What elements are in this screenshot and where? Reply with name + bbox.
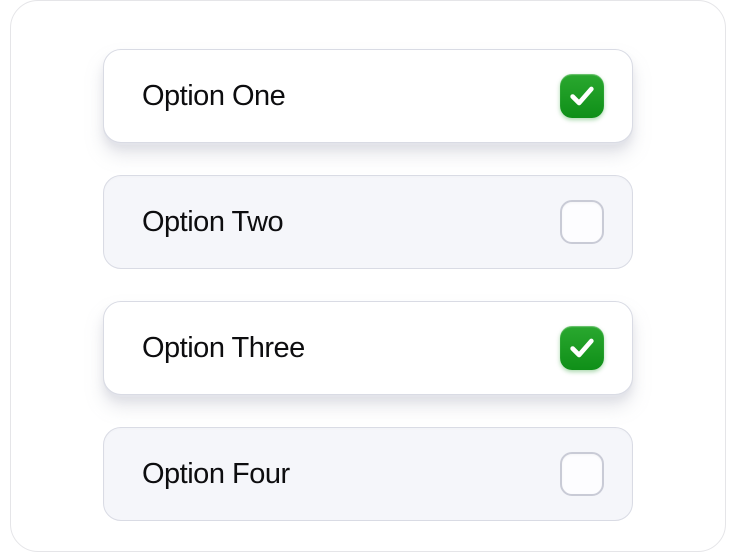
- option-label: Option Four: [142, 458, 290, 491]
- option-row-three[interactable]: Option Three: [103, 301, 633, 395]
- option-label: Option Two: [142, 206, 283, 239]
- options-list: Option One Option Two Option Three Optio…: [103, 49, 633, 521]
- option-row-four[interactable]: Option Four: [103, 427, 633, 521]
- options-card: Option One Option Two Option Three Optio…: [10, 0, 726, 552]
- option-row-one[interactable]: Option One: [103, 49, 633, 143]
- option-label: Option Three: [142, 332, 305, 365]
- option-label: Option One: [142, 80, 285, 113]
- checkbox-unchecked-icon[interactable]: [560, 200, 604, 244]
- checkbox-checked-icon[interactable]: [560, 74, 604, 118]
- option-row-two[interactable]: Option Two: [103, 175, 633, 269]
- checkbox-checked-icon[interactable]: [560, 326, 604, 370]
- checkbox-unchecked-icon[interactable]: [560, 452, 604, 496]
